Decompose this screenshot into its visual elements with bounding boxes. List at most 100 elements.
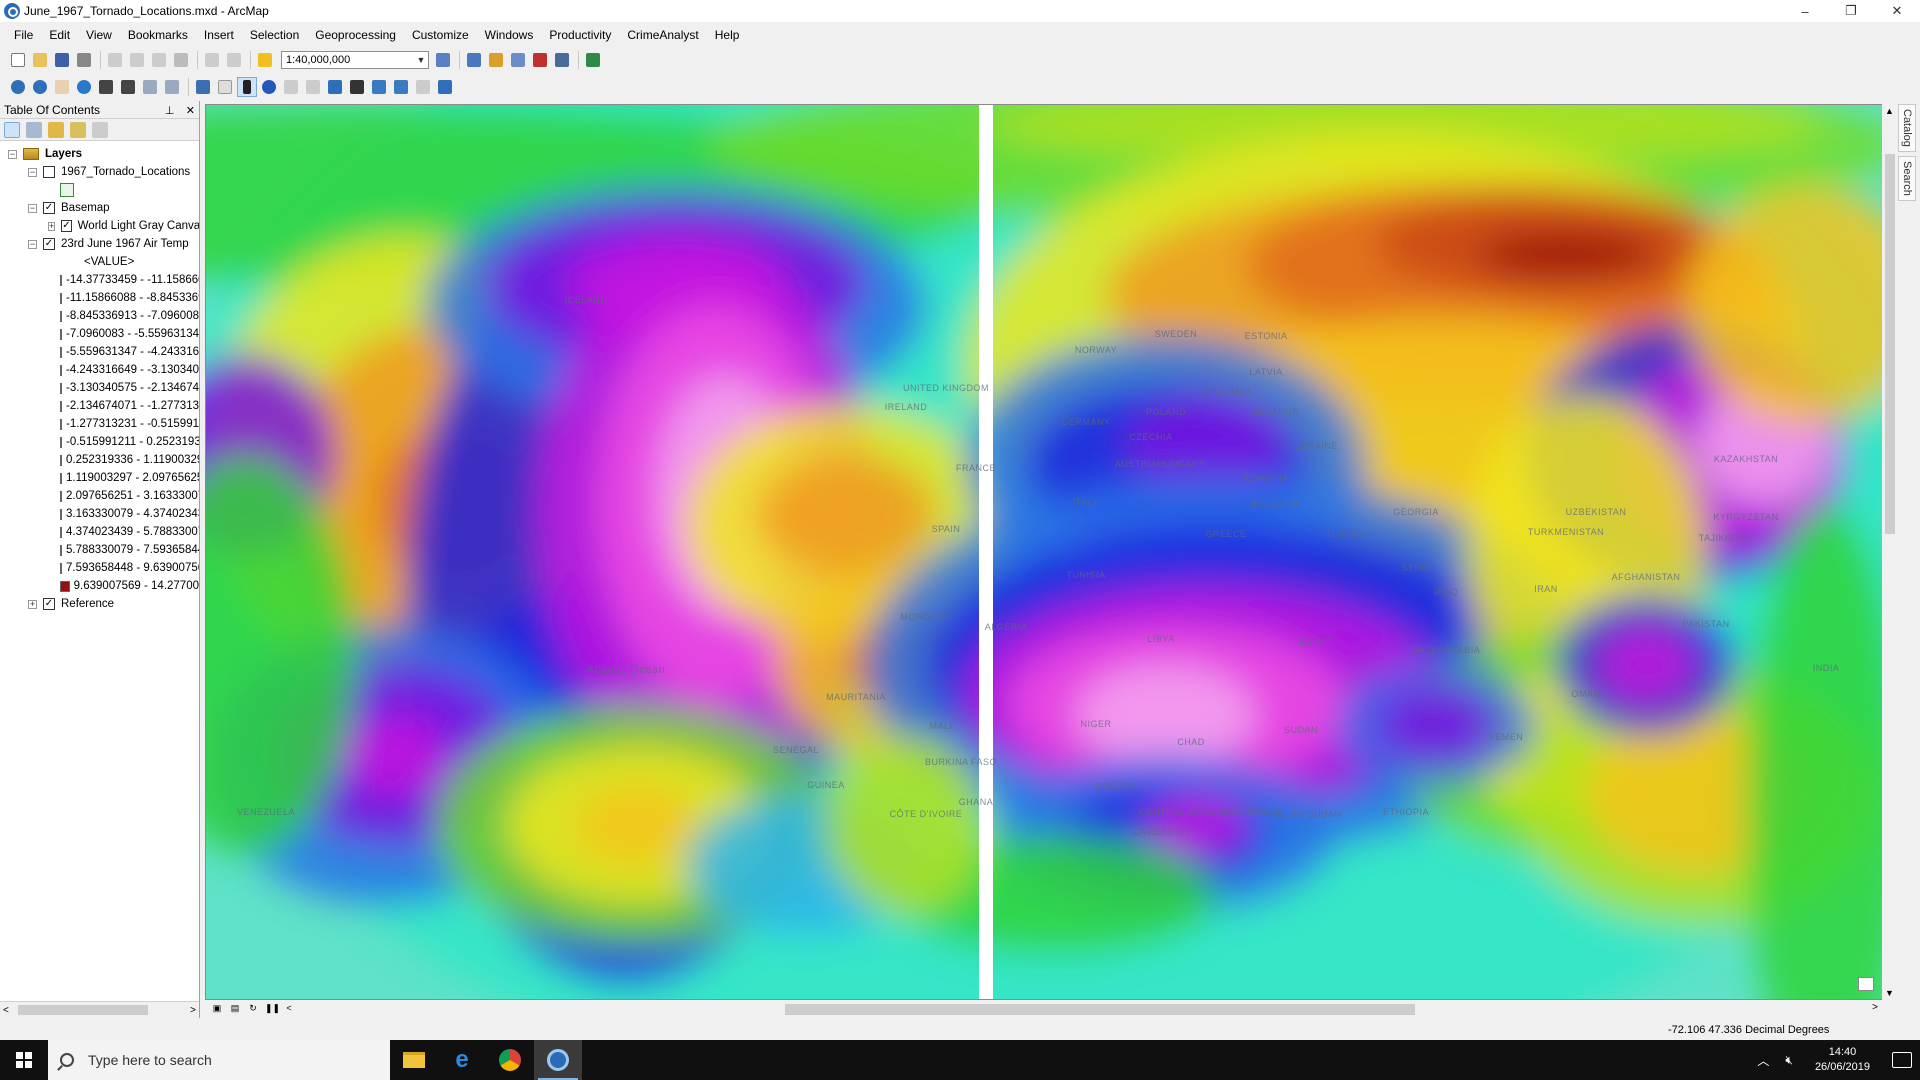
undo-button[interactable] [202, 50, 222, 70]
new-document-button[interactable] [8, 50, 28, 70]
editor-toolbar-button[interactable] [433, 50, 453, 70]
scroll-left-icon[interactable]: < [283, 1003, 295, 1015]
volume-muted-icon[interactable]: 🔇︎ [1785, 1053, 1793, 1068]
map-tips-icon[interactable] [1858, 977, 1874, 991]
find-button[interactable] [347, 77, 367, 97]
scroll-up-icon[interactable]: ▲ [1885, 106, 1894, 116]
save-button[interactable] [52, 50, 72, 70]
layer-visibility-checkbox[interactable]: ✓ [43, 598, 55, 610]
paste-button[interactable] [149, 50, 169, 70]
redo-button[interactable] [224, 50, 244, 70]
maximize-button[interactable]: ❐ [1828, 0, 1874, 22]
collapse-icon[interactable]: − [28, 239, 37, 249]
internet-explorer-taskbar-button[interactable]: e [438, 1040, 486, 1080]
arcmap-taskbar-button[interactable] [534, 1040, 582, 1080]
layer-reference[interactable]: + ✓ Reference [0, 595, 199, 613]
menu-geoprocessing[interactable]: Geoprocessing [307, 28, 404, 42]
scroll-down-icon[interactable]: ▼ [1885, 988, 1894, 998]
scroll-right-icon[interactable]: > [190, 1005, 196, 1016]
layers-root[interactable]: − Layers [0, 145, 199, 163]
expand-icon[interactable]: + [28, 599, 37, 609]
open-button[interactable] [30, 50, 50, 70]
catalog-window-button[interactable] [486, 50, 506, 70]
list-by-visibility-icon[interactable] [48, 121, 64, 138]
menu-view[interactable]: View [78, 28, 120, 42]
menu-file[interactable]: File [6, 28, 41, 42]
list-by-drawing-order-icon[interactable] [4, 121, 20, 138]
add-data-button[interactable] [255, 50, 275, 70]
notification-center-icon[interactable] [1892, 1052, 1912, 1068]
chevron-up-icon[interactable]: ︿ [1757, 1052, 1769, 1069]
search-tab[interactable]: Search [1898, 155, 1916, 201]
scroll-left-icon[interactable]: < [3, 1005, 9, 1016]
select-features-button[interactable] [193, 77, 213, 97]
file-explorer-taskbar-button[interactable] [390, 1040, 438, 1080]
scroll-thumb[interactable] [18, 1005, 148, 1015]
fixed-zoom-in-button[interactable] [96, 77, 116, 97]
full-extent-button[interactable] [74, 77, 94, 97]
cut-button[interactable] [105, 50, 125, 70]
hyperlink-button[interactable] [281, 77, 301, 97]
html-popup-button[interactable] [303, 77, 323, 97]
create-viewer-button[interactable] [435, 77, 455, 97]
start-button[interactable] [0, 1040, 48, 1080]
list-by-selection-icon[interactable] [70, 121, 86, 138]
map-scale-combo[interactable]: 1:40,000,000 ▼ [281, 51, 429, 69]
arctoolbox-button[interactable] [530, 50, 550, 70]
chrome-taskbar-button[interactable] [486, 1040, 534, 1080]
layout-view-icon[interactable]: ▤ [229, 1003, 241, 1015]
menu-insert[interactable]: Insert [196, 28, 242, 42]
scroll-thumb[interactable] [1885, 154, 1895, 534]
minimize-button[interactable]: – [1782, 0, 1828, 22]
close-button[interactable]: ✕ [1874, 0, 1920, 22]
collapse-icon[interactable]: − [28, 167, 37, 177]
toc-window-button[interactable] [464, 50, 484, 70]
forward-extent-button[interactable] [162, 77, 182, 97]
clear-selection-button[interactable] [215, 77, 235, 97]
delete-button[interactable] [171, 50, 191, 70]
list-by-source-icon[interactable] [26, 121, 42, 138]
search-window-button[interactable] [508, 50, 528, 70]
collapse-icon[interactable]: − [8, 149, 17, 159]
menu-productivity[interactable]: Productivity [541, 28, 619, 42]
pause-drawing-icon[interactable]: ❚❚ [265, 1003, 280, 1015]
layer-visibility-checkbox[interactable]: ✓ [43, 202, 55, 214]
taskbar-search-box[interactable]: Type here to search [48, 1040, 390, 1080]
measure-button[interactable] [325, 77, 345, 97]
zoom-in-button[interactable] [8, 77, 28, 97]
map-view[interactable]: ICELAND SWEDEN NORWAY ESTONIA LATVIA LITHUANI… [205, 104, 1885, 1000]
identify-button[interactable] [259, 77, 279, 97]
catalog-tab[interactable]: Catalog [1898, 104, 1916, 152]
menu-windows[interactable]: Windows [477, 28, 542, 42]
modelbuilder-button[interactable] [583, 50, 603, 70]
layer-world-light-gray[interactable]: + ✓ World Light Gray Canvas Base [0, 217, 199, 235]
menu-help[interactable]: Help [707, 28, 748, 42]
map-horizontal-scroll-thumb[interactable] [785, 1004, 1415, 1015]
collapse-icon[interactable]: − [28, 203, 37, 213]
back-extent-button[interactable] [140, 77, 160, 97]
menu-crimeanalyst[interactable]: CrimeAnalyst [619, 28, 706, 42]
pin-icon[interactable]: ⊥ [165, 105, 175, 117]
menu-selection[interactable]: Selection [242, 28, 307, 42]
menu-bookmarks[interactable]: Bookmarks [120, 28, 196, 42]
copy-button[interactable] [127, 50, 147, 70]
layer-visibility-checkbox[interactable]: ✓ [61, 220, 72, 232]
layer-visibility-checkbox[interactable] [43, 166, 55, 178]
time-slider-button[interactable] [413, 77, 433, 97]
refresh-icon[interactable]: ↻ [247, 1003, 259, 1015]
menu-edit[interactable]: Edit [41, 28, 78, 42]
data-view-icon[interactable]: ▣ [211, 1003, 223, 1015]
print-button[interactable] [74, 50, 94, 70]
toc-horizontal-scrollbar[interactable]: < > [0, 1001, 199, 1018]
menu-customize[interactable]: Customize [404, 28, 477, 42]
close-icon[interactable]: ✕ [186, 105, 195, 117]
clock[interactable]: 14:40 26/06/2019 [1815, 1045, 1870, 1075]
air-temperature-raster[interactable]: ICELAND SWEDEN NORWAY ESTONIA LATVIA LITHUANI… [206, 105, 1885, 1000]
expand-icon[interactable]: + [48, 221, 56, 231]
go-to-xy-button[interactable] [391, 77, 411, 97]
layer-tornado-locations[interactable]: − 1967_Tornado_Locations [0, 163, 199, 181]
scroll-right-icon[interactable]: > [1872, 1002, 1878, 1013]
pan-button[interactable] [52, 77, 72, 97]
layer-visibility-checkbox[interactable]: ✓ [43, 238, 55, 250]
select-elements-button[interactable] [237, 77, 257, 97]
